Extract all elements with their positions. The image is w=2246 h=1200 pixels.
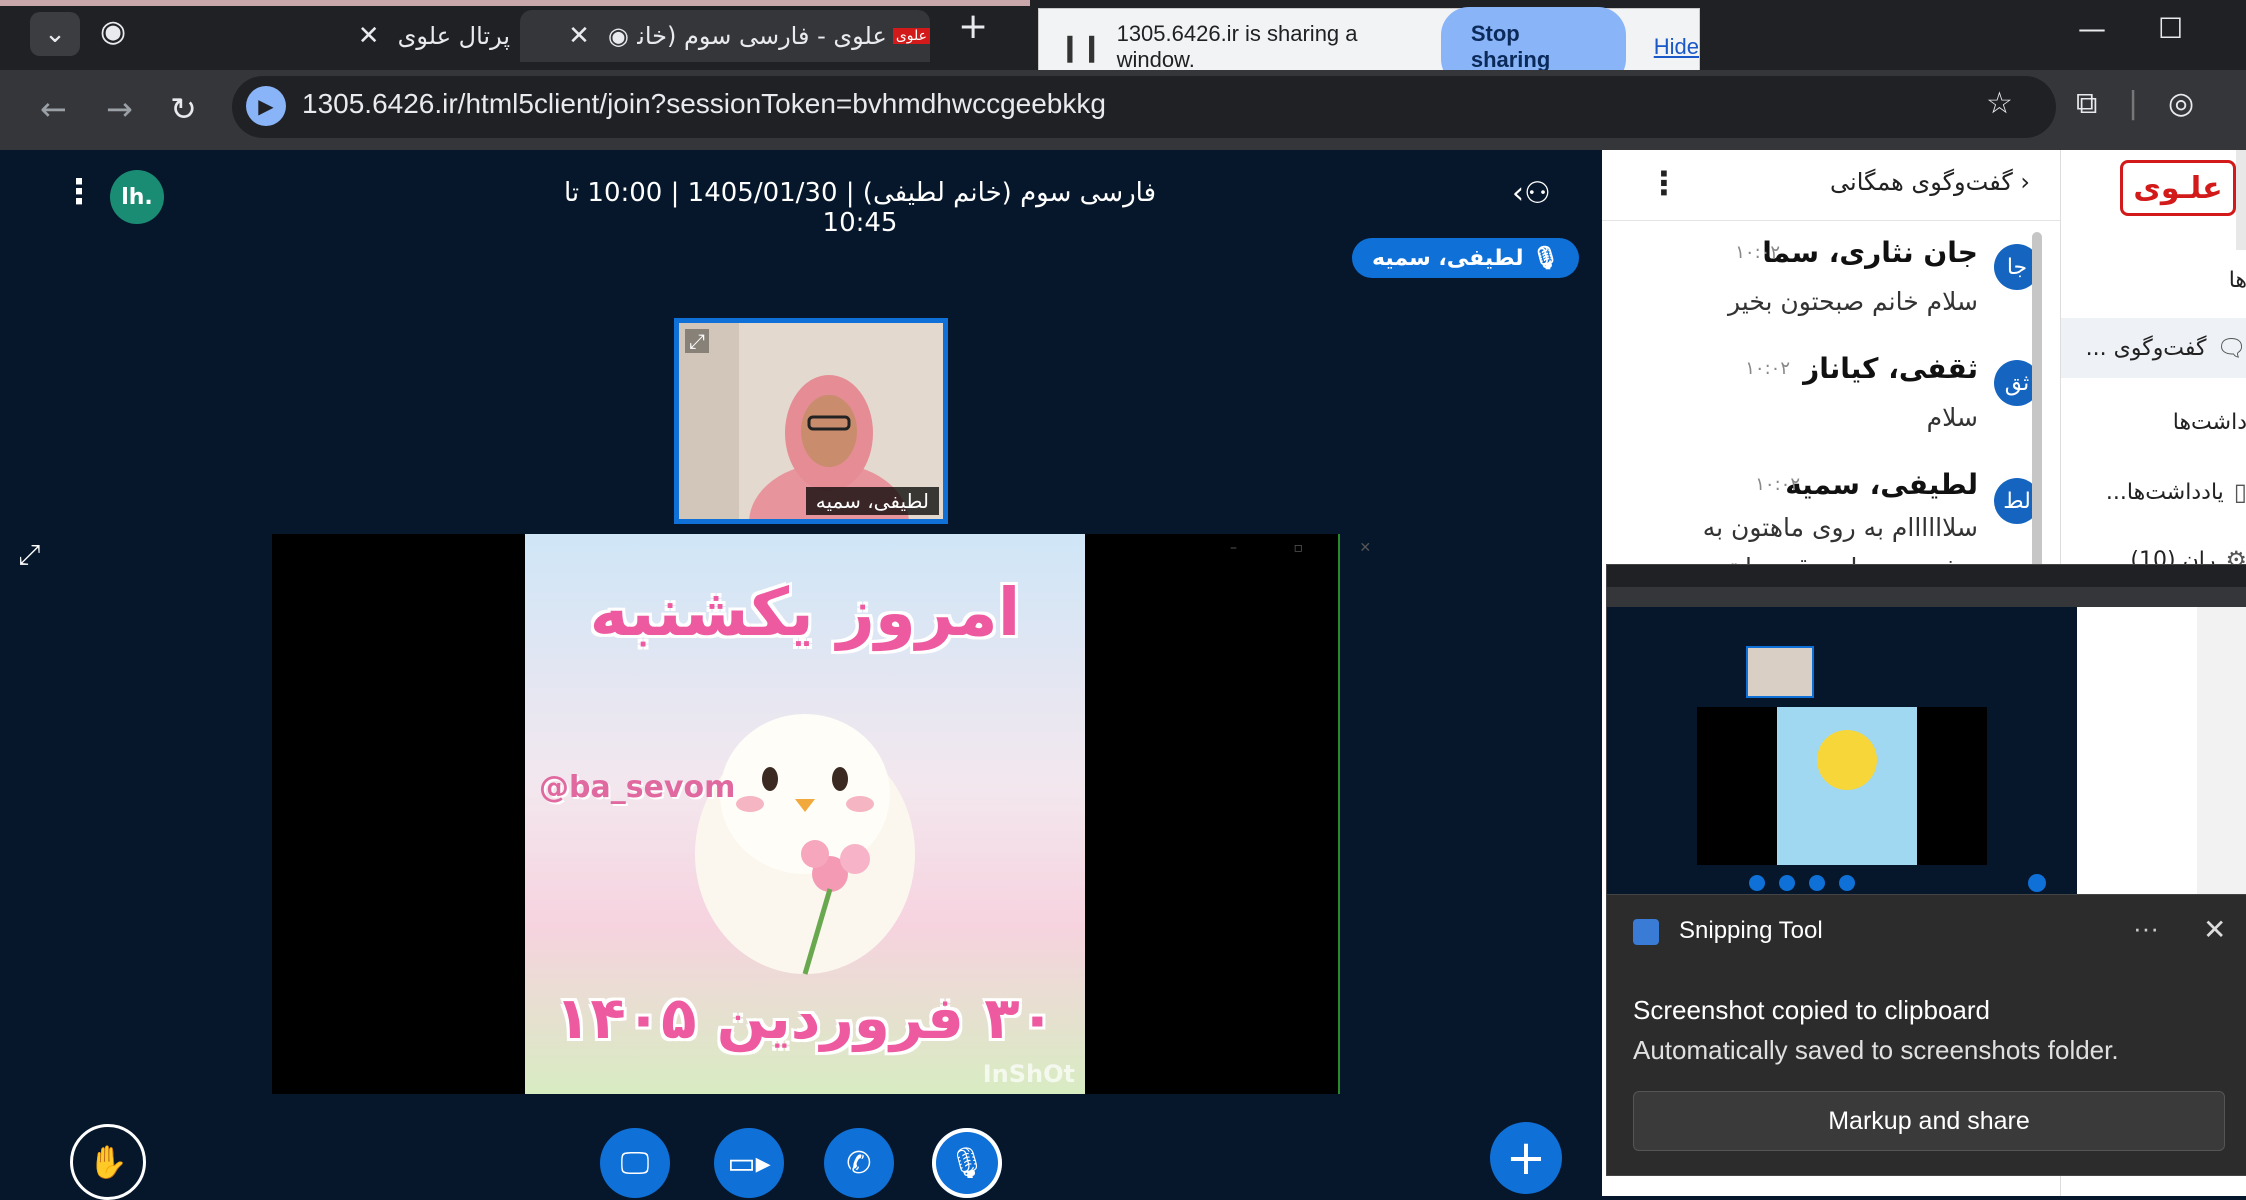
message-text: سلاااااام به روی ماهتون به چشمون سیاه و … xyxy=(1699,513,1978,568)
webcam-username: لطیفی، سمیه xyxy=(805,487,939,515)
toolbar-divider: | xyxy=(2128,86,2139,121)
video-site-icon[interactable]: ▶ xyxy=(246,86,286,126)
actions-plus-button[interactable]: + xyxy=(1490,1122,1562,1194)
scroll-edge xyxy=(2236,150,2246,250)
nav-item-notes[interactable]: داشت‌ها xyxy=(2061,392,2246,452)
chevron-down-icon: ⌄ xyxy=(44,19,66,49)
talking-name: لطیفی، سمیه xyxy=(1372,245,1524,271)
chat-options-icon[interactable]: ⋮ xyxy=(1648,164,1680,202)
nav-item-label: ها xyxy=(2228,267,2246,293)
user-list-toggle-icon[interactable]: ‹⚇ xyxy=(1512,176,1551,211)
globe-icon: ◉ xyxy=(100,14,127,49)
reload-icon[interactable]: ↻ xyxy=(170,90,197,128)
pause-icon: ❙❙ xyxy=(1059,31,1103,62)
shared-image: امروز یکشنبه @ba_sevom ۳۰ فروردین ۱۴۰۵ I… xyxy=(525,534,1085,1094)
phone-icon: ✆ xyxy=(846,1145,872,1181)
url-text[interactable]: 1305.6426.ir/html5client/join?sessionTok… xyxy=(302,88,1106,120)
profile-icon[interactable]: ◎ xyxy=(2168,86,2194,121)
image-handle: @ba_sevom xyxy=(539,770,736,805)
close-icon[interactable]: ✕ xyxy=(2203,913,2226,946)
nav-item-shared-notes[interactable]: ▯ یادداشت‌ها... xyxy=(2061,462,2246,522)
message-text: سلام xyxy=(1926,403,1978,432)
monitor-icon: 🖵 xyxy=(620,1145,650,1181)
minimize-icon[interactable]: — xyxy=(2078,12,2106,45)
share-border xyxy=(1338,534,1340,1094)
talking-indicator: 🎙 لطیفی، سمیه xyxy=(1352,238,1580,278)
toast-title: Screenshot copied to clipboard xyxy=(1633,995,1991,1025)
chat-scrollbar[interactable] xyxy=(2032,232,2042,572)
chat-title[interactable]: ‹ گفت‌وگوی همگانی xyxy=(1770,168,2030,196)
chat-message: جا جان نثاری، سما ۱۰:۰۲ سلام خانم صبحتون… xyxy=(1620,236,2040,346)
audio-button[interactable]: ✆ xyxy=(824,1128,894,1198)
snipping-tool-notification: Snipping Tool ··· ✕ Screenshot copied to… xyxy=(1606,894,2246,1176)
camera-button[interactable]: ▭▸ xyxy=(714,1128,784,1198)
chevron-right-icon: ‹ xyxy=(2012,168,2030,196)
toast-app-name: Snipping Tool xyxy=(1679,917,1823,944)
message-time: ۱۰:۰۲ xyxy=(1735,242,1780,263)
note-icon: ▯ xyxy=(2233,478,2246,506)
screenshot-thumbnail[interactable] xyxy=(1606,564,2246,896)
extensions-icon[interactable]: ⧉ xyxy=(2076,86,2097,121)
chat-bubble-icon: 🗨 xyxy=(2216,334,2246,362)
nav-item-label: گفت‌وگوی ... xyxy=(2085,335,2207,361)
message-time: ۱۰:۰۲ xyxy=(1745,358,1790,379)
nav-item-label: یادداشت‌ها... xyxy=(2105,479,2224,505)
tab-favicon-badge: علوی xyxy=(892,28,930,44)
close-icon[interactable]: ✕ xyxy=(358,21,380,51)
message-time: ۱۰:۰۲ xyxy=(1755,474,1800,495)
chick-illustration xyxy=(695,714,915,975)
share-banner-text: 1305.6426.ir is sharing a window. xyxy=(1116,21,1358,72)
fullscreen-icon[interactable]: ⤢ xyxy=(18,538,40,572)
nav-item-label: داشت‌ها xyxy=(2172,409,2246,435)
fullscreen-icon[interactable]: ⤢ xyxy=(685,329,709,353)
markup-and-share-button[interactable]: Markup and share xyxy=(1633,1091,2225,1151)
screenshare-button[interactable]: 🖵 xyxy=(600,1128,670,1198)
hide-link[interactable]: Hide xyxy=(1654,34,1699,60)
bookmark-star-icon[interactable]: ☆ xyxy=(1986,86,2013,121)
image-title: امروز یکشنبه xyxy=(589,574,1021,651)
tab-search-button[interactable]: ⌄ xyxy=(30,12,80,56)
mute-button[interactable]: 🎙 xyxy=(932,1128,1002,1198)
maximize-icon[interactable]: ☐ xyxy=(2158,12,2183,45)
tab-title: پرتال علوی xyxy=(397,22,510,50)
tab-title: علوی - فارسی سوم (خانم لطیفی) xyxy=(637,22,887,50)
webcam-video[interactable]: ⤢ لطیفی، سمیه xyxy=(674,318,948,524)
options-menu-icon[interactable]: ⋮ xyxy=(62,172,96,212)
nav-item-chat[interactable]: 🗨 گفت‌وگوی ... xyxy=(2061,318,2246,378)
shared-window-controls: – ▫ ✕ xyxy=(1230,540,1398,556)
tab-active-class[interactable]: علوی علوی - فارسی سوم (خانم لطیفی) ◉ ✕ xyxy=(520,10,930,62)
image-date: ۳۰ فروردین ۱۴۰۵ xyxy=(554,984,1056,1052)
more-options-icon[interactable]: ··· xyxy=(2133,913,2159,944)
hand-icon: ✋ xyxy=(88,1143,128,1181)
tab-portal[interactable]: پرتال علوی ✕ xyxy=(300,10,510,62)
message-author: جان نثاری، سما xyxy=(1762,236,1978,269)
snipping-tool-icon xyxy=(1633,919,1659,945)
recording-icon: ◉ xyxy=(607,22,629,50)
new-tab-button[interactable]: + xyxy=(958,6,988,47)
alavi-logo: علـوی xyxy=(2120,160,2236,216)
message-text: سلام خانم صبحتون بخیر xyxy=(1727,287,1978,316)
back-icon[interactable]: ← xyxy=(40,90,67,128)
image-watermark: InShOt xyxy=(982,1060,1075,1088)
raise-hand-button[interactable]: ✋ xyxy=(70,1124,146,1200)
video-camera-icon: ▭▸ xyxy=(727,1145,771,1181)
chat-title-text: گفت‌وگوی همگانی xyxy=(1830,168,2013,196)
nav-item-groups[interactable]: ها xyxy=(2061,250,2246,310)
chat-message: لط لطیفی، سمیه ۱۰:۰۲ سلاااااام به روی ما… xyxy=(1620,468,2040,568)
bbb-logo-icon: lh. xyxy=(110,170,164,224)
message-author: لطیفی، سمیه xyxy=(1785,468,1978,501)
microphone-icon: 🎙 xyxy=(1531,245,1560,271)
tab-strip-highlight xyxy=(0,0,1030,6)
thumbnail-preview xyxy=(1607,565,2246,895)
meeting-title: فارسی سوم (خانم لطیفی) | 1405/01/30 | 10… xyxy=(563,178,1157,238)
forward-icon[interactable]: → xyxy=(106,90,133,128)
close-icon[interactable]: ✕ xyxy=(568,21,590,51)
microphone-icon: 🎙 xyxy=(947,1145,987,1181)
message-author: ثقفی، کیاناز xyxy=(1803,352,1978,385)
toast-subtitle: Automatically saved to screenshots folde… xyxy=(1633,1035,2119,1065)
chat-message: ثق ثقفی، کیاناز ۱۰:۰۲ سلام xyxy=(1620,352,2040,462)
